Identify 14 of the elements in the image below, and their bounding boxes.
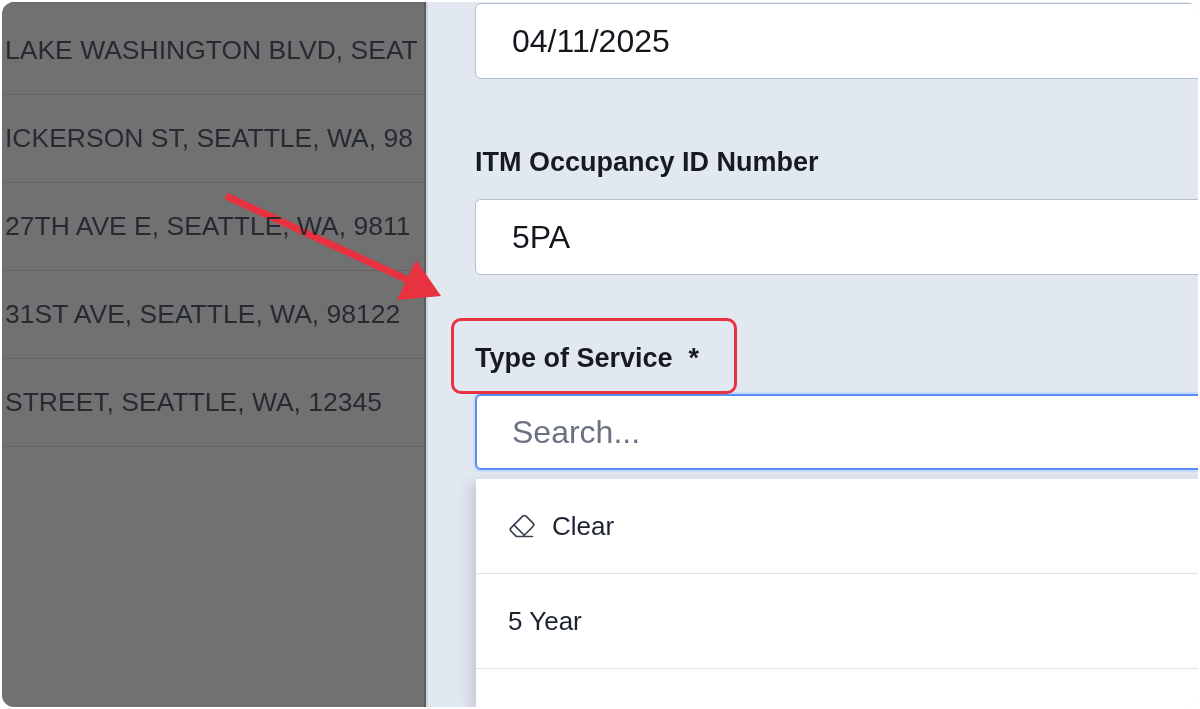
eraser-icon	[508, 512, 536, 540]
search-field[interactable]: Search...	[475, 394, 1198, 470]
field-label: ITM Occupancy ID Number	[475, 146, 819, 178]
input-field[interactable]: 5PA	[475, 199, 1198, 275]
table-cell: LAKE WASHINGTON BLVD, SEAT	[5, 35, 418, 66]
required-mark: *	[688, 342, 700, 374]
table-cell: STREET, SEATTLE, WA, 12345	[5, 387, 383, 418]
field-label: Type of Service	[475, 342, 673, 374]
clear-option[interactable]: Clear	[476, 479, 1198, 574]
table-cell: ICKERSON ST, SEATTLE, WA, 98	[5, 123, 413, 154]
table-cell: 27TH AVE E, SEATTLE, WA, 9811	[5, 211, 411, 242]
dropdown-option[interactable]: 5 Year	[476, 574, 1198, 669]
table-cell: 31ST AVE, SEATTLE, WA, 98122	[5, 299, 401, 330]
input-field[interactable]: 04/11/2025	[475, 3, 1198, 79]
